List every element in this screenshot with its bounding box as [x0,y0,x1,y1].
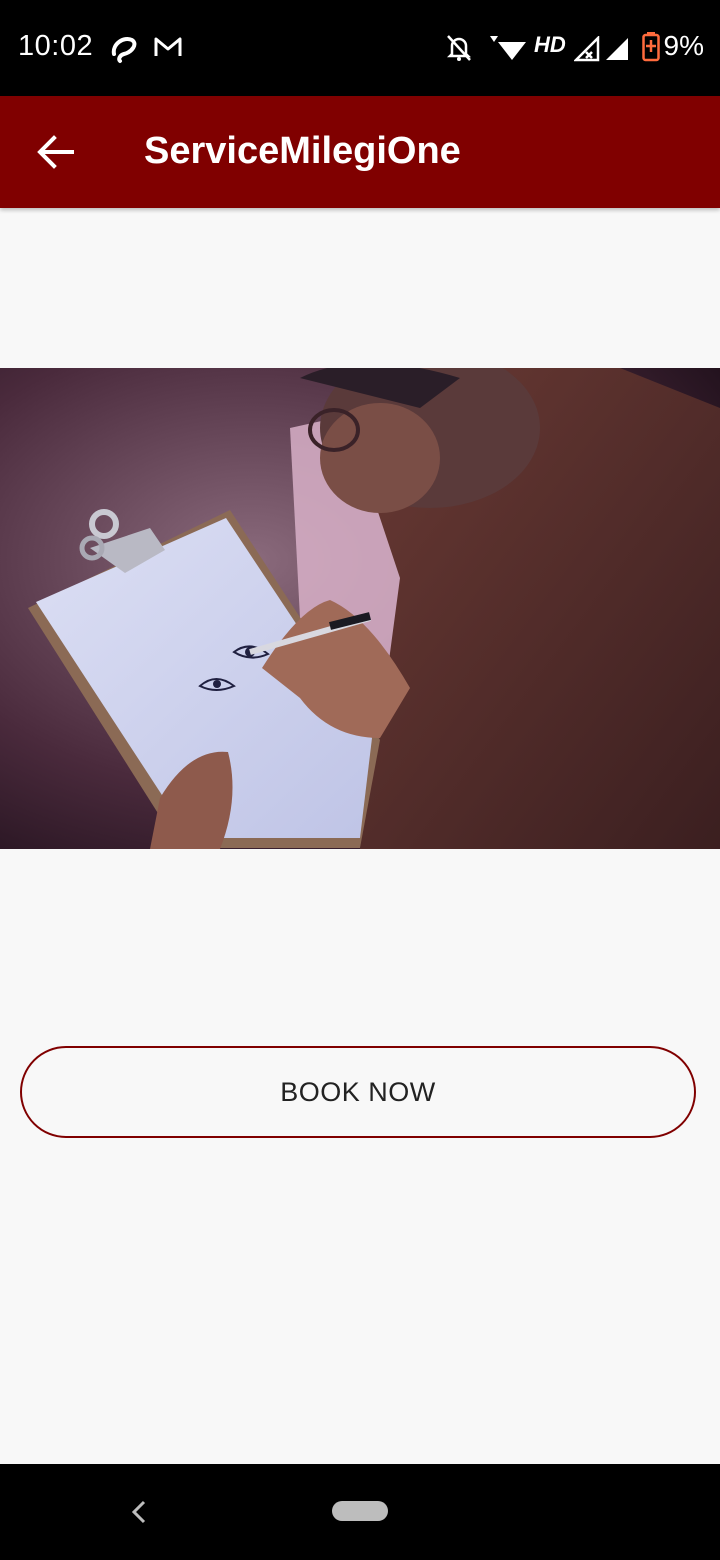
battery-icon [642,32,660,62]
arrow-left-icon[interactable] [34,132,78,172]
chevron-left-icon[interactable] [128,1498,150,1526]
hero-image [0,368,720,849]
mute-icon [446,35,472,61]
book-now-button[interactable]: BOOK NOW [20,1046,696,1138]
signal-x-icon [574,36,600,62]
wifi-icon [490,36,526,60]
airtel-icon [111,37,137,63]
gmail-icon [154,37,182,56]
status-bar: 10:02 HD 9% [0,0,720,96]
artist-sketching-image [0,368,720,849]
status-time: 10:02 [18,30,94,62]
app-bar: ServiceMilegiOne [0,96,720,208]
home-pill-icon[interactable] [332,1501,388,1521]
network-label: HD [534,32,566,57]
signal-icon [606,38,628,60]
battery-percent: 9% [663,30,704,61]
page-title: ServiceMilegiOne [144,130,461,172]
